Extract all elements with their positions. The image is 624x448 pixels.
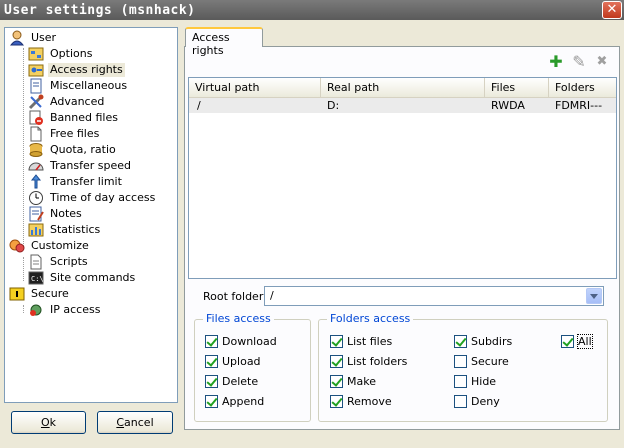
root-folder-value: /: [270, 289, 274, 302]
tree-item-transfer-limit[interactable]: Transfer limit: [28, 174, 124, 190]
chevron-down-icon[interactable]: [586, 288, 602, 304]
access-rights-icon: [28, 62, 44, 78]
pencil-icon: ✎: [572, 52, 586, 71]
cell-folders: FDMRI---: [555, 99, 603, 112]
download-checkbox[interactable]: Download: [205, 334, 277, 348]
files-access-title: Files access: [203, 312, 274, 325]
all-checkbox[interactable]: All: [561, 333, 593, 349]
site-commands-icon: C:\: [28, 270, 44, 286]
checkbox-icon: [454, 354, 467, 368]
tree-item-ip-access[interactable]: IP access: [28, 302, 102, 318]
close-button[interactable]: ✕: [602, 1, 622, 19]
append-checkbox[interactable]: Append: [205, 394, 264, 408]
tree-item-time-of-day-access[interactable]: Time of day access: [28, 190, 157, 206]
options-icon: [28, 46, 44, 62]
column-virtual-path[interactable]: Virtual path: [189, 78, 321, 97]
folders-access-title: Folders access: [327, 312, 414, 325]
banned-files-icon: [28, 110, 44, 126]
upload-checkbox[interactable]: Upload: [205, 354, 261, 368]
column-real-path[interactable]: Real path: [321, 78, 485, 97]
user-icon: [9, 30, 25, 46]
tree-item-banned-files[interactable]: Banned files: [28, 110, 120, 126]
statistics-icon: [28, 222, 44, 238]
tree-item-site-commands[interactable]: C:\ Site commands: [28, 270, 137, 286]
transfer-limit-icon: [28, 174, 44, 190]
tree-connector: [23, 305, 24, 313]
checkbox-icon: [454, 394, 467, 408]
checkbox-icon: [205, 334, 218, 348]
delete-button[interactable]: ✖: [593, 53, 611, 71]
access-rights-list[interactable]: Virtual path Real path Files Folders / D…: [188, 77, 617, 279]
tree-item-user[interactable]: User: [9, 30, 58, 46]
subdirs-checkbox[interactable]: Subdirs: [454, 334, 512, 348]
checkbox-icon: [330, 354, 343, 368]
tree-item-transfer-speed[interactable]: Transfer speed: [28, 158, 133, 174]
advanced-icon: [28, 94, 44, 110]
quota-icon: [28, 142, 44, 158]
remove-checkbox[interactable]: Remove: [330, 394, 392, 408]
settings-tree[interactable]: User Options Access rights Miscellaneous…: [4, 27, 178, 403]
column-files[interactable]: Files: [485, 78, 549, 97]
title-bar: User settings (msnhack) ✕: [0, 0, 624, 20]
window-title: User settings (msnhack): [4, 2, 196, 18]
miscellaneous-icon: [28, 78, 44, 94]
secure-icon: [9, 286, 25, 302]
tree-item-miscellaneous[interactable]: Miscellaneous: [28, 78, 129, 94]
tree-item-secure[interactable]: Secure: [9, 286, 71, 302]
transfer-speed-icon: [28, 158, 44, 174]
tree-item-access-rights[interactable]: Access rights: [28, 62, 125, 78]
checkbox-icon: [205, 354, 218, 368]
checkbox-icon: [330, 374, 343, 388]
plus-icon: ✚: [549, 52, 563, 71]
ip-access-icon: [28, 302, 44, 318]
tree-item-notes[interactable]: Notes: [28, 206, 84, 222]
checkbox-icon: [330, 394, 343, 408]
delete-icon: ✖: [596, 54, 608, 69]
root-folder-combo[interactable]: /: [264, 286, 604, 306]
tree-connector: [23, 257, 24, 281]
customize-icon: [9, 238, 25, 254]
secure-checkbox[interactable]: Secure: [454, 354, 509, 368]
free-files-icon: [28, 126, 44, 142]
edit-button[interactable]: ✎: [570, 53, 588, 71]
deny-checkbox[interactable]: Deny: [454, 394, 500, 408]
ok-button[interactable]: Ok: [11, 411, 86, 434]
root-folder-label: Root folder: [203, 290, 264, 303]
checkbox-icon: [561, 334, 574, 348]
tree-connector: [23, 48, 24, 248]
list-folders-checkbox[interactable]: List folders: [330, 354, 407, 368]
make-checkbox[interactable]: Make: [330, 374, 376, 388]
tree-item-advanced[interactable]: Advanced: [28, 94, 106, 110]
list-files-checkbox[interactable]: List files: [330, 334, 392, 348]
tree-item-scripts[interactable]: Scripts: [28, 254, 90, 270]
clock-icon: [28, 190, 44, 206]
svg-text:C:\: C:\: [31, 275, 44, 283]
checkbox-icon: [454, 374, 467, 388]
checkbox-icon: [205, 394, 218, 408]
cell-real-path: D:: [327, 99, 340, 112]
add-button[interactable]: ✚: [547, 53, 565, 71]
column-folders[interactable]: Folders: [549, 78, 616, 97]
tree-item-options[interactable]: Options: [28, 46, 94, 62]
checkbox-icon: [454, 334, 467, 348]
table-row[interactable]: / D: RWDA FDMRI---: [189, 98, 616, 113]
checkbox-icon: [205, 374, 218, 388]
cell-files: RWDA: [491, 99, 525, 112]
list-header: Virtual path Real path Files Folders: [189, 78, 616, 98]
close-icon: ✕: [606, 2, 618, 17]
tab-access-rights[interactable]: Access rights: [185, 27, 263, 57]
delete-checkbox[interactable]: Delete: [205, 374, 258, 388]
notes-icon: [28, 206, 44, 222]
scripts-icon: [28, 254, 44, 270]
cell-virtual-path: /: [197, 99, 201, 112]
tree-item-free-files[interactable]: Free files: [28, 126, 101, 142]
hide-checkbox[interactable]: Hide: [454, 374, 496, 388]
tree-item-quota-ratio[interactable]: Quota, ratio: [28, 142, 118, 158]
checkbox-icon: [330, 334, 343, 348]
tree-item-statistics[interactable]: Statistics: [28, 222, 102, 238]
cancel-button[interactable]: Cancel: [97, 411, 173, 434]
tree-item-customize[interactable]: Customize: [9, 238, 91, 254]
